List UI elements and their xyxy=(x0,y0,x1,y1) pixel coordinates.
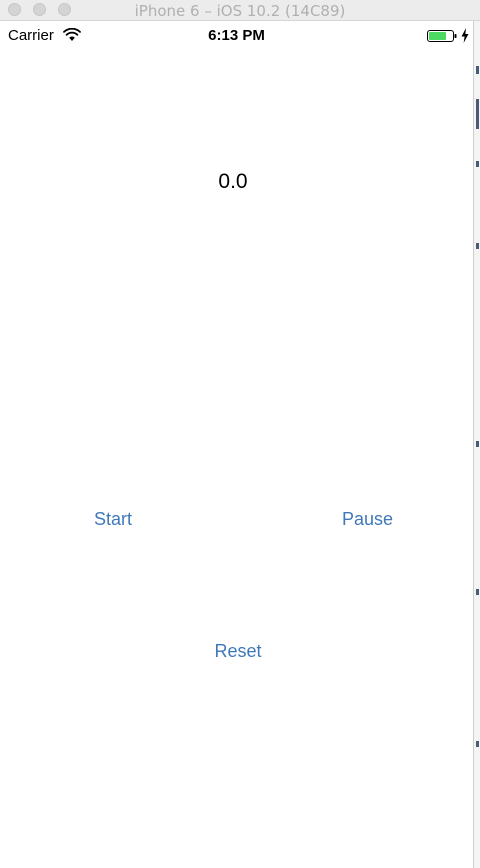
simulator-window: iPhone 6 – iOS 10.2 (14C89) Carrier 6:13… xyxy=(0,0,480,868)
edge-mark xyxy=(476,99,479,129)
window-title: iPhone 6 – iOS 10.2 (14C89) xyxy=(134,2,346,20)
edge-mark xyxy=(476,741,479,747)
start-button[interactable]: Start xyxy=(94,509,132,530)
edge-mark xyxy=(476,66,479,74)
edge-mark xyxy=(476,243,479,249)
status-time: 6:13 PM xyxy=(208,27,265,44)
bolt-icon xyxy=(461,28,469,43)
phone-screen: Carrier 6:13 PM 0.0 Start Pause Reset xyxy=(0,21,473,868)
battery-icon xyxy=(427,30,457,42)
timer-display: 0.0 xyxy=(218,170,248,193)
edge-mark xyxy=(476,589,479,595)
pause-button[interactable]: Pause xyxy=(342,509,393,530)
edge-mark xyxy=(476,441,479,447)
edge-mark xyxy=(476,161,479,167)
window-titlebar: iPhone 6 – iOS 10.2 (14C89) xyxy=(0,0,480,21)
background-window-edge xyxy=(473,21,480,868)
status-bar: Carrier 6:13 PM xyxy=(0,21,473,51)
reset-button[interactable]: Reset xyxy=(0,641,476,662)
